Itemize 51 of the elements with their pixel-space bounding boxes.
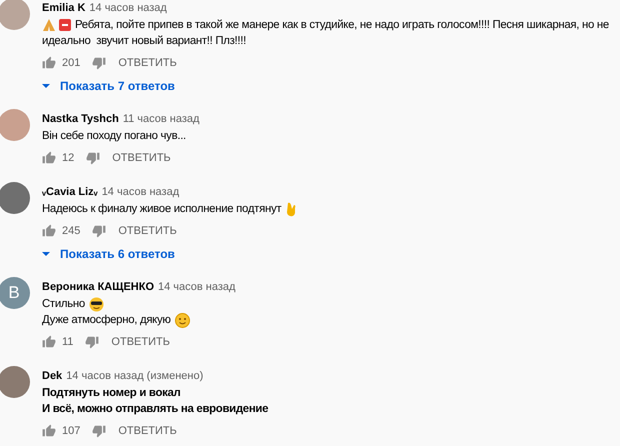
comment-time[interactable]: 14 часов назад xyxy=(89,0,167,16)
author-name[interactable]: Nastka Tyshch xyxy=(42,111,119,127)
like-count: 107 xyxy=(62,425,80,437)
reply-button[interactable]: ОТВЕТИТЬ xyxy=(99,336,170,348)
avatar-circle[interactable]: B xyxy=(0,277,30,309)
caret-down-icon xyxy=(42,252,50,256)
comment-time[interactable]: 14 часов назад (изменено) xyxy=(66,368,204,384)
photo-placeholder[interactable] xyxy=(0,366,30,398)
sunglasses-face-icon xyxy=(88,296,104,312)
reply-button[interactable]: ОТВЕТИТЬ xyxy=(106,57,177,69)
smiling-face-icon xyxy=(174,312,190,328)
photo-placeholder[interactable] xyxy=(0,182,30,214)
thumbs-down-icon[interactable] xyxy=(92,424,106,438)
thumbs-up-icon[interactable] xyxy=(42,151,56,165)
author-name[interactable]: Emilia K xyxy=(42,0,86,16)
caret-down-icon xyxy=(42,84,50,88)
like-count: 11 xyxy=(62,336,74,348)
thumbs-up-icon[interactable] xyxy=(42,335,56,349)
thumbs-up-icon[interactable] xyxy=(42,424,56,438)
show-replies-link[interactable]: Показать 6 ответов xyxy=(42,243,175,265)
reply-button[interactable]: ОТВЕТИТЬ xyxy=(100,152,171,164)
comment-text: Дуже атмосферно, дякую xyxy=(42,313,171,328)
author-name[interactable]: ᵥCavia Lizᵥ xyxy=(42,184,98,200)
reply-button[interactable]: ОТВЕТИТЬ xyxy=(106,425,177,437)
thumbs-down-icon[interactable] xyxy=(86,151,100,165)
comment-text: Подтянуть номер и вокал xyxy=(42,386,180,401)
comment-text: Надеюсь к финалу живое исполнение подтянут xyxy=(42,202,282,217)
author-name[interactable]: Dek xyxy=(42,368,62,384)
comment-text: И всё, можно отправлять на евровидение xyxy=(42,402,268,417)
thumbs-down-icon[interactable] xyxy=(85,335,100,349)
square-icon xyxy=(58,18,72,32)
comment-time[interactable]: 14 часов назад xyxy=(158,279,236,295)
author-name[interactable]: Вероника КАЩЕНКО xyxy=(42,279,154,295)
photo-placeholder[interactable] xyxy=(0,109,30,141)
thumbs-down-icon[interactable] xyxy=(92,56,106,70)
comment-time[interactable]: 14 часов назад xyxy=(102,184,180,200)
thumbs-up-icon[interactable] xyxy=(42,56,56,70)
comment-text: Він себе походу погано чув... xyxy=(42,129,186,144)
photo-placeholder[interactable] xyxy=(0,0,30,30)
comment-text: Стильно xyxy=(42,297,85,312)
like-count: 245 xyxy=(62,225,80,237)
reply-button[interactable]: ОТВЕТИТЬ xyxy=(106,225,177,237)
like-count: 201 xyxy=(62,57,80,69)
comment-text: идеально звучит новый вариант!! Плз!!!! xyxy=(42,34,246,49)
like-count: 12 xyxy=(62,152,74,164)
comment-time[interactable]: 11 часов назад xyxy=(122,111,200,127)
crossed-fingers-icon xyxy=(285,202,298,216)
show-replies-link[interactable]: Показать 7 ответов xyxy=(42,75,175,97)
thumbs-up-icon[interactable] xyxy=(42,224,56,238)
thumbs-down-icon[interactable] xyxy=(92,224,106,238)
comment-text: Ребята, пойте припев в такой же манере как в студийке, не надо играть голосом!!!! Песня шикарная, но не xyxy=(75,18,609,33)
